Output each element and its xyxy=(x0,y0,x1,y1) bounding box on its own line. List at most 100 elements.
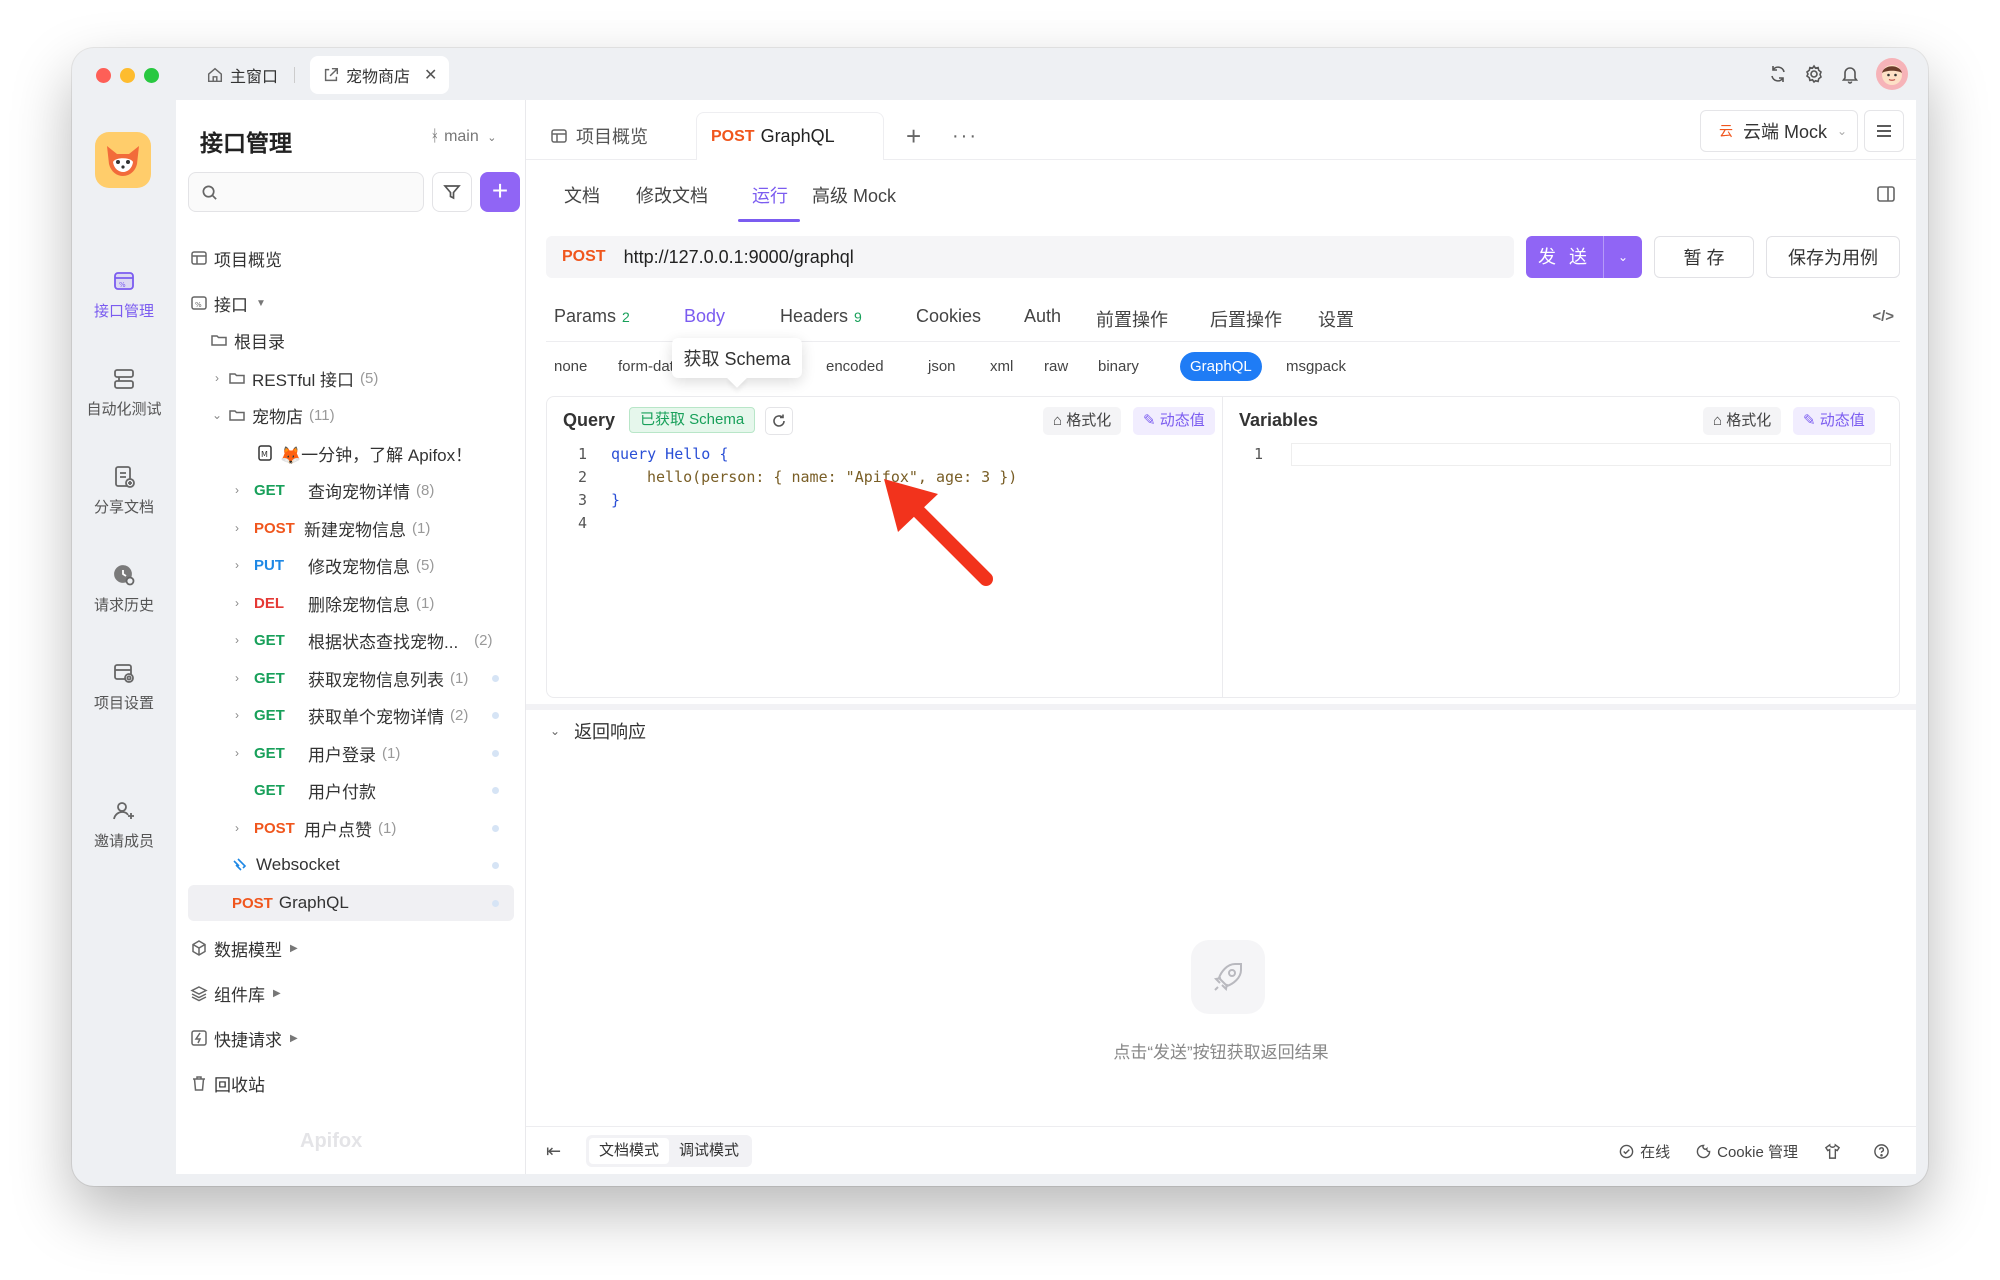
dynamic-value-button[interactable]: ✎ 动态值 xyxy=(1793,407,1875,435)
settings-gear-icon[interactable] xyxy=(1804,64,1824,84)
chevron-down-icon[interactable]: ⌄ xyxy=(210,408,224,422)
branch-selector[interactable]: ᚼ main ⌄ xyxy=(430,128,496,146)
fetch-schema-button[interactable] xyxy=(765,407,793,435)
response-section-header[interactable]: ⌄ 返回响应 xyxy=(550,718,646,744)
chevron-right-icon[interactable]: › xyxy=(210,371,224,385)
tab-pre-processors[interactable]: 前置操作 xyxy=(1096,306,1168,332)
cookie-manager-button[interactable]: Cookie 管理 xyxy=(1696,1141,1798,1162)
code-snippet-icon[interactable]: </> xyxy=(1872,308,1894,325)
sidebar-item-endpoint[interactable]: › PUT 修改宠物信息 (5) xyxy=(176,547,526,583)
tab-cookies[interactable]: Cookies xyxy=(916,306,981,327)
sidebar-item-pet-store[interactable]: ⌄ 宠物店 (11) xyxy=(176,397,526,433)
subtab-edit-docs[interactable]: 修改文档 xyxy=(636,182,708,208)
close-tab-icon[interactable]: ✕ xyxy=(424,65,437,85)
save-draft-button[interactable]: 暂 存 xyxy=(1654,236,1754,278)
tab-auth[interactable]: Auth xyxy=(1024,306,1061,327)
sidebar-item-apis[interactable]: % 接口 ▼ xyxy=(176,285,526,321)
sidebar-item-trash[interactable]: 回收站 xyxy=(176,1065,526,1101)
tab-headers[interactable]: Headers 9 xyxy=(780,306,862,327)
sidebar-item-endpoint[interactable]: › GET 获取宠物信息列表 (1) xyxy=(176,660,526,696)
body-type-xml[interactable]: xml xyxy=(990,358,1013,375)
format-button[interactable]: ⌂ 格式化 xyxy=(1043,407,1122,435)
menu-button[interactable] xyxy=(1864,110,1904,152)
new-tab-button[interactable]: + xyxy=(906,112,921,160)
dynamic-value-button[interactable]: ✎ 动态值 xyxy=(1133,407,1215,435)
online-status[interactable]: 在线 xyxy=(1619,1141,1670,1162)
sidebar-item-intro-doc[interactable]: M 🦊一分钟，了解 Apifox！ xyxy=(176,435,526,471)
cloud-mock-selector[interactable]: 云 云端 Mock ⌄ xyxy=(1700,110,1858,152)
panel-divider[interactable] xyxy=(526,704,1916,710)
sidebar-item-endpoint[interactable]: › POST 新建宠物信息 (1) xyxy=(176,510,526,546)
sidebar-item-root[interactable]: 根目录 xyxy=(176,322,526,358)
window-tab-home[interactable]: 主窗口 xyxy=(206,56,278,94)
request-url-input[interactable]: http://127.0.0.1:9000/graphql xyxy=(624,247,854,268)
chevron-right-icon[interactable]: › xyxy=(230,483,244,497)
rail-item-share-docs[interactable]: 分享文档 xyxy=(72,464,176,517)
request-method[interactable]: POST xyxy=(562,248,606,266)
debug-mode-button[interactable]: 调试模式 xyxy=(669,1138,749,1164)
maximize-window-button[interactable] xyxy=(144,68,159,83)
body-type-json[interactable]: json xyxy=(928,358,956,375)
split-layout-icon[interactable] xyxy=(1876,184,1896,204)
send-button[interactable]: 发 送 ⌄ xyxy=(1526,236,1642,278)
sidebar-item-data-models[interactable]: 数据模型 ▶ xyxy=(176,930,526,966)
subtab-advanced-mock[interactable]: 高级 Mock xyxy=(812,182,896,208)
body-type-urlencoded[interactable]: encoded xyxy=(826,358,884,375)
format-button[interactable]: ⌂ 格式化 xyxy=(1703,407,1782,435)
send-options-dropdown[interactable]: ⌄ xyxy=(1604,236,1642,278)
chevron-right-icon[interactable]: › xyxy=(230,521,244,535)
minimize-window-button[interactable] xyxy=(120,68,135,83)
rail-item-history[interactable]: 请求历史 xyxy=(72,562,176,615)
tab-post-processors[interactable]: 后置操作 xyxy=(1210,306,1282,332)
chevron-right-icon[interactable]: › xyxy=(230,821,244,835)
chevron-right-icon[interactable]: › xyxy=(230,558,244,572)
subtab-run[interactable]: 运行 xyxy=(752,182,788,208)
body-type-msgpack[interactable]: msgpack xyxy=(1286,358,1346,375)
tab-project-overview[interactable]: 项目概览 xyxy=(550,112,648,160)
body-type-graphql[interactable]: GraphQL xyxy=(1180,352,1262,381)
body-type-binary[interactable]: binary xyxy=(1098,358,1139,375)
close-window-button[interactable] xyxy=(96,68,111,83)
filter-button[interactable] xyxy=(432,172,472,212)
sidebar-item-project-overview[interactable]: 项目概览 xyxy=(176,240,526,276)
sidebar-item-endpoint[interactable]: › DEL 删除宠物信息 (1) xyxy=(176,585,526,621)
sidebar-item-endpoint[interactable]: › GET 查询宠物详情 (8) xyxy=(176,472,526,508)
sidebar-item-endpoint[interactable]: › GET 用户登录 (1) xyxy=(176,735,526,771)
sidebar-item-endpoint[interactable]: › GET 获取单个宠物详情 (2) xyxy=(176,697,526,733)
notification-bell-icon[interactable] xyxy=(1840,64,1860,84)
variables-code-editor[interactable]: 1 xyxy=(1223,443,1899,466)
rail-item-invite-members[interactable]: 邀请成员 xyxy=(72,798,176,851)
chevron-right-icon[interactable]: › xyxy=(230,596,244,610)
sidebar-search-input[interactable] xyxy=(188,172,424,212)
sidebar-item-endpoint[interactable]: › GET 根据状态查找宠物... (2) xyxy=(176,622,526,658)
body-type-raw[interactable]: raw xyxy=(1044,358,1068,375)
chevron-right-icon[interactable]: › xyxy=(230,708,244,722)
sidebar-item-restful[interactable]: › RESTful 接口 (5) xyxy=(176,360,526,396)
sidebar-item-quick-requests[interactable]: 快捷请求 ▶ xyxy=(176,1020,526,1056)
request-url-bar[interactable]: POST http://127.0.0.1:9000/graphql xyxy=(546,236,1514,278)
shirt-theme-icon[interactable] xyxy=(1824,1143,1841,1160)
save-as-case-button[interactable]: 保存为用例 xyxy=(1766,236,1900,278)
chevron-right-icon[interactable]: › xyxy=(230,633,244,647)
add-new-button[interactable]: + xyxy=(480,172,520,212)
tab-params[interactable]: Params 2 xyxy=(554,306,630,327)
window-tab-pet-shop[interactable]: 宠物商店 ✕ xyxy=(310,56,450,94)
collapse-sidebar-icon[interactable]: ⇤ xyxy=(546,1141,561,1162)
sidebar-item-components[interactable]: 组件库 ▶ xyxy=(176,975,526,1011)
sidebar-item-graphql[interactable]: POST GraphQL xyxy=(188,885,514,921)
tab-body[interactable]: Body xyxy=(684,306,725,327)
subtab-docs[interactable]: 文档 xyxy=(564,182,600,208)
sidebar-item-websocket[interactable]: Websocket xyxy=(176,847,526,883)
sidebar-item-endpoint[interactable]: › POST 用户点赞 (1) xyxy=(176,810,526,846)
sidebar-item-endpoint[interactable]: GET 用户付款 xyxy=(176,772,526,808)
user-avatar[interactable] xyxy=(1876,58,1908,90)
body-type-none[interactable]: none xyxy=(554,358,587,375)
chevron-right-icon[interactable]: › xyxy=(230,746,244,760)
tab-settings[interactable]: 设置 xyxy=(1318,306,1354,332)
rail-item-api-management[interactable]: % 接口管理 xyxy=(72,268,176,321)
more-tabs-button[interactable]: ··· xyxy=(952,112,978,160)
sync-icon[interactable] xyxy=(1768,64,1788,84)
rail-item-automation[interactable]: 自动化测试 xyxy=(72,366,176,419)
chevron-right-icon[interactable]: › xyxy=(230,671,244,685)
rail-item-project-settings[interactable]: 项目设置 xyxy=(72,660,176,713)
